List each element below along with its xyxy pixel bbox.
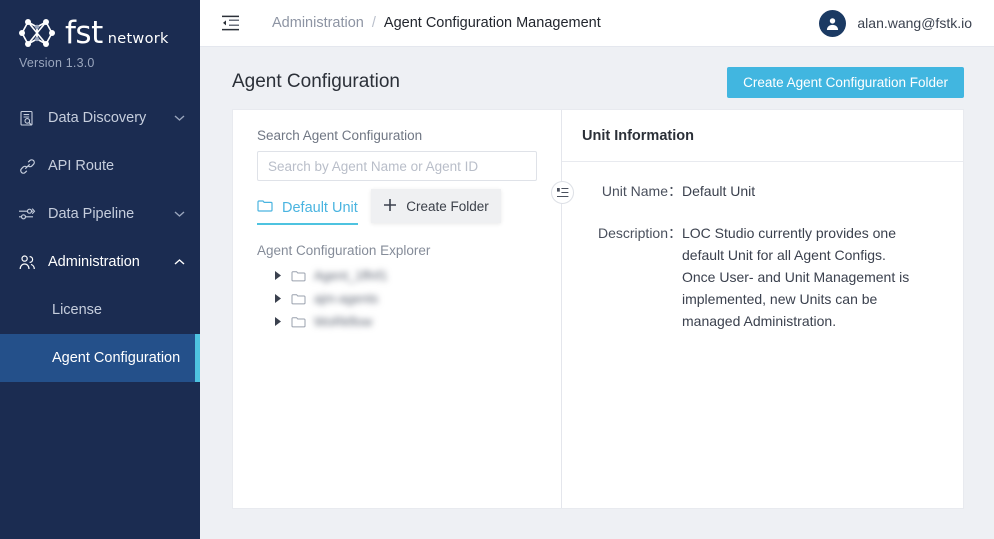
folder-icon [291,293,306,305]
sidebar: fst network Version 1.3.0 Data Discovery [0,0,200,539]
info-colon: ： [668,222,682,332]
info-key: Unit Name [582,180,668,202]
info-row-description: Description ： LOC Studio currently provi… [582,222,943,332]
create-folder-label: Create Folder [406,199,489,214]
top-bar: Administration / Agent Configuration Man… [200,0,994,47]
folder-tree: Agent_1ffnf1 ajm-agents [257,264,539,333]
unit-tab-label: Default Unit [282,200,358,216]
users-icon [16,254,38,271]
sidebar-subitem-label: Agent Configuration [52,350,180,366]
brand-name: fst [65,18,103,49]
version-label: Version 1.3.0 [19,56,200,70]
folder-icon [291,316,306,328]
collapse-sidebar-icon[interactable] [218,11,242,35]
document-search-icon [16,110,38,127]
info-value: LOC Studio currently provides one defaul… [682,222,920,332]
triangle-right-icon[interactable] [273,271,283,280]
plus-icon [383,198,397,215]
breadcrumb-parent[interactable]: Administration [272,15,364,31]
triangle-right-icon[interactable] [273,317,283,326]
folder-icon [257,199,273,216]
search-input[interactable] [257,151,537,181]
tree-item[interactable]: Agent_1ffnf1 [257,264,539,287]
tree-item-label: Agent_1ffnf1 [314,268,388,283]
page-title: Agent Configuration [232,71,400,93]
tree-item-label: ajm-agents [314,291,378,306]
link-icon [16,158,38,175]
chevron-down-icon [172,210,186,218]
sidebar-item-data-pipeline[interactable]: Data Pipeline [0,190,200,238]
main-area: Administration / Agent Configuration Man… [200,0,994,539]
tree-item[interactable]: WoRkflow [257,310,539,333]
sidebar-item-agent-configuration[interactable]: Agent Configuration [0,334,200,382]
info-row-unit-name: Unit Name ： Default Unit [582,180,943,202]
breadcrumb-separator: / [372,15,376,31]
user-menu[interactable]: alan.wang@fstk.io [819,10,972,37]
breadcrumb: Administration / Agent Configuration Man… [272,15,601,31]
unit-tab-default-unit[interactable]: Default Unit [257,199,358,225]
content-card: Search Agent Configuration Default Unit … [232,109,964,509]
fst-network-logo-icon [18,16,56,50]
sidebar-item-api-route[interactable]: API Route [0,142,200,190]
chevron-up-icon [172,258,186,266]
page-header: Agent Configuration Create Agent Configu… [200,47,994,103]
explorer-label: Agent Configuration Explorer [257,243,539,258]
content-card-wrapper: Search Agent Configuration Default Unit … [200,103,994,539]
panel-collapse-icon[interactable] [551,181,574,204]
application-window: fst network Version 1.3.0 Data Discovery [0,0,994,539]
sidebar-item-data-discovery[interactable]: Data Discovery [0,94,200,142]
unit-information-body: Unit Name ： Default Unit Description ： L… [562,162,963,332]
sidebar-subitem-label: License [52,302,102,318]
create-folder-popup-button[interactable]: Create Folder [371,189,501,223]
triangle-right-icon[interactable] [273,294,283,303]
sidebar-item-label: Administration [48,254,172,270]
info-key: Description [582,222,668,332]
brand-suffix: network [108,32,169,47]
sidebar-item-label: Data Pipeline [48,206,172,222]
tree-item-label: WoRkflow [314,314,372,329]
folder-icon [291,270,306,282]
unit-information-header: Unit Information [562,110,963,162]
breadcrumb-current: Agent Configuration Management [384,15,601,31]
sidebar-item-administration[interactable]: Administration [0,238,200,286]
search-label: Search Agent Configuration [257,128,539,143]
chevron-down-icon [172,114,186,122]
sidebar-item-label: Data Discovery [48,110,172,126]
pipeline-icon [16,206,38,222]
tree-item[interactable]: ajm-agents [257,287,539,310]
sidebar-item-label: API Route [48,158,172,174]
user-avatar-icon [819,10,846,37]
create-agent-configuration-folder-button[interactable]: Create Agent Configuration Folder [727,67,964,98]
user-email-label: alan.wang@fstk.io [857,15,972,31]
unit-information-title: Unit Information [582,128,694,144]
unit-information-pane: Unit Information Unit Name ： Default Uni… [562,110,963,508]
sidebar-item-license[interactable]: License [0,286,200,334]
sidebar-nav: Data Discovery API Route [0,94,200,382]
agent-configuration-explorer-pane: Search Agent Configuration Default Unit … [233,110,562,508]
info-colon: ： [668,180,682,202]
brand-block: fst network Version 1.3.0 [0,0,200,70]
info-value: Default Unit [682,180,755,202]
